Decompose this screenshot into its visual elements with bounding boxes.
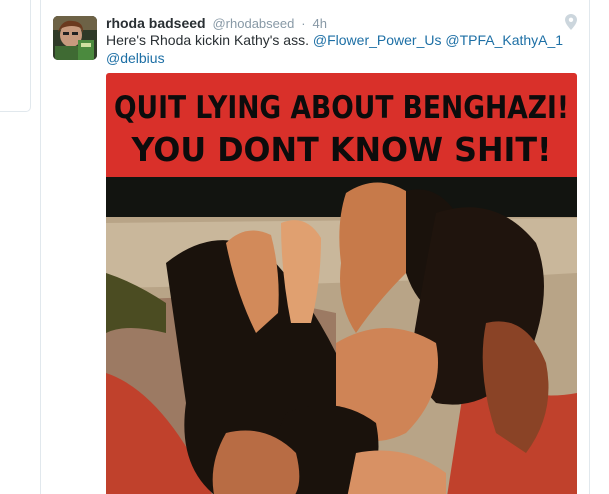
tweet-text: Here's Rhoda kickin Kathy's ass. @Flower…: [106, 31, 566, 67]
timeline-column: rhoda badseed @rhodabseed · 4h Here's Rh…: [40, 0, 590, 494]
header-separator: ·: [301, 16, 306, 31]
map-pin-icon[interactable]: [565, 14, 577, 30]
twitter-page: rhoda badseed @rhodabseed · 4h Here's Rh…: [0, 0, 609, 494]
side-panel: [0, 0, 31, 112]
media-image: QUIT LYING ABOUT BENGHAZI! YOU DONT KNOW…: [106, 73, 577, 494]
avatar-image: [53, 16, 97, 60]
avatar[interactable]: [53, 16, 97, 60]
mention-link[interactable]: @delbius: [106, 50, 165, 66]
user-fullname[interactable]: rhoda badseed: [106, 15, 206, 31]
tweet-timestamp[interactable]: 4h: [312, 16, 326, 31]
tweet-text-body: Here's Rhoda kickin Kathy's ass.: [106, 32, 313, 48]
mention-link[interactable]: @TPFA_KathyA_1: [445, 32, 563, 48]
tweet-media[interactable]: QUIT LYING ABOUT BENGHAZI! YOU DONT KNOW…: [106, 73, 577, 494]
user-handle[interactable]: @rhodabseed: [212, 16, 294, 31]
tweet[interactable]: rhoda badseed @rhodabseed · 4h Here's Rh…: [41, 0, 589, 494]
mention-link[interactable]: @Flower_Power_Us: [313, 32, 442, 48]
media-caption-line1: QUIT LYING ABOUT BENGHAZI!: [114, 90, 569, 126]
media-caption-line2: YOU DONT KNOW SHIT!: [131, 130, 552, 169]
